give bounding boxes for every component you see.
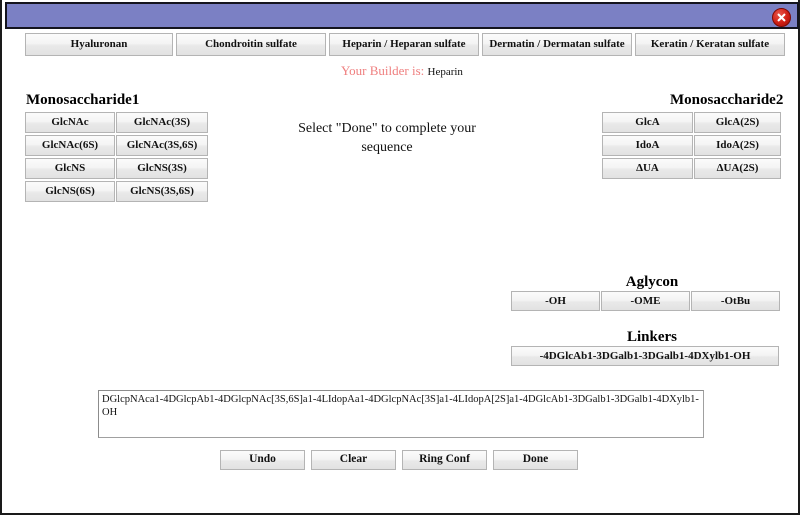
linkers-section-title: Linkers [2, 329, 800, 346]
done-button[interactable]: Done [493, 450, 578, 470]
instruction-text: Select "Done" to complete your sequence [298, 121, 476, 155]
aglycon-panel: -OH -OME -OtBu [511, 291, 780, 311]
linkers-panel: -4DGlcAb1-3DGalb1-3DGalb1-4DXylb1-OH [511, 346, 779, 366]
tab-heparin-heparan-sulfate[interactable]: Heparin / Heparan sulfate [329, 33, 479, 56]
close-icon[interactable] [772, 8, 791, 27]
clear-button[interactable]: Clear [311, 450, 396, 470]
action-button-bar: Undo Clear Ring Conf Done [220, 450, 578, 470]
monosaccharide1-title: Monosaccharide1 [26, 92, 140, 108]
mono2-button-glca[interactable]: GlcA [602, 112, 693, 133]
mono2-button-delta-ua[interactable]: ΔUA [602, 158, 693, 179]
mono2-button-glca-2s[interactable]: GlcA(2S) [694, 112, 781, 133]
mono1-button-glcns-6s[interactable]: GlcNS(6S) [25, 181, 115, 202]
aglycon-button-oh[interactable]: -OH [511, 291, 600, 311]
mono2-button-idoa[interactable]: IdoA [602, 135, 693, 156]
builder-tab-bar: Hyaluronan Chondroitin sulfate Heparin /… [25, 33, 785, 56]
aglycon-button-otbu[interactable]: -OtBu [691, 291, 780, 311]
sequence-input[interactable] [98, 390, 704, 438]
tab-keratin-keratan-sulfate[interactable]: Keratin / Keratan sulfate [635, 33, 785, 56]
mono2-button-idoa-2s[interactable]: IdoA(2S) [694, 135, 781, 156]
window-titlebar [5, 2, 799, 29]
undo-button[interactable]: Undo [220, 450, 305, 470]
aglycon-title-text: Aglycon [625, 274, 679, 290]
mono1-button-glcns[interactable]: GlcNS [25, 158, 115, 179]
mono1-button-glcnac-3s[interactable]: GlcNAc(3S) [116, 112, 208, 133]
tab-chondroitin-sulfate[interactable]: Chondroitin sulfate [176, 33, 326, 56]
mono1-button-glcnac-6s[interactable]: GlcNAc(6S) [25, 135, 115, 156]
linkers-title-text: Linkers [626, 329, 677, 345]
glycan-builder-window: Hyaluronan Chondroitin sulfate Heparin /… [0, 0, 800, 515]
builder-label: Your Builder is: [341, 63, 425, 78]
mono1-button-glcns-3s[interactable]: GlcNS(3S) [116, 158, 208, 179]
builder-value: Heparin [427, 66, 463, 78]
mono1-button-glcnac[interactable]: GlcNAc [25, 112, 115, 133]
aglycon-section-title: Aglycon [2, 274, 800, 291]
monosaccharide2-panel: GlcA GlcA(2S) IdoA IdoA(2S) ΔUA ΔUA(2S) [602, 112, 781, 179]
monosaccharide1-panel: GlcNAc GlcNAc(3S) GlcNAc(6S) GlcNAc(3S,6… [25, 112, 208, 202]
tab-hyaluronan[interactable]: Hyaluronan [25, 33, 173, 56]
mono1-button-glcnac-3s-6s[interactable]: GlcNAc(3S,6S) [116, 135, 208, 156]
linker-button-tetrasaccharide[interactable]: -4DGlcAb1-3DGalb1-3DGalb1-4DXylb1-OH [511, 346, 779, 366]
mono1-button-glcns-3s-6s[interactable]: GlcNS(3S,6S) [116, 181, 208, 202]
monosaccharide2-title: Monosaccharide2 [670, 92, 784, 108]
tab-dermatin-dermatan-sulfate[interactable]: Dermatin / Dermatan sulfate [482, 33, 632, 56]
aglycon-button-ome[interactable]: -OME [601, 291, 690, 311]
ring-conf-button[interactable]: Ring Conf [402, 450, 487, 470]
mono2-button-delta-ua-2s[interactable]: ΔUA(2S) [694, 158, 781, 179]
current-builder-line: Your Builder is: Heparin [2, 63, 800, 79]
